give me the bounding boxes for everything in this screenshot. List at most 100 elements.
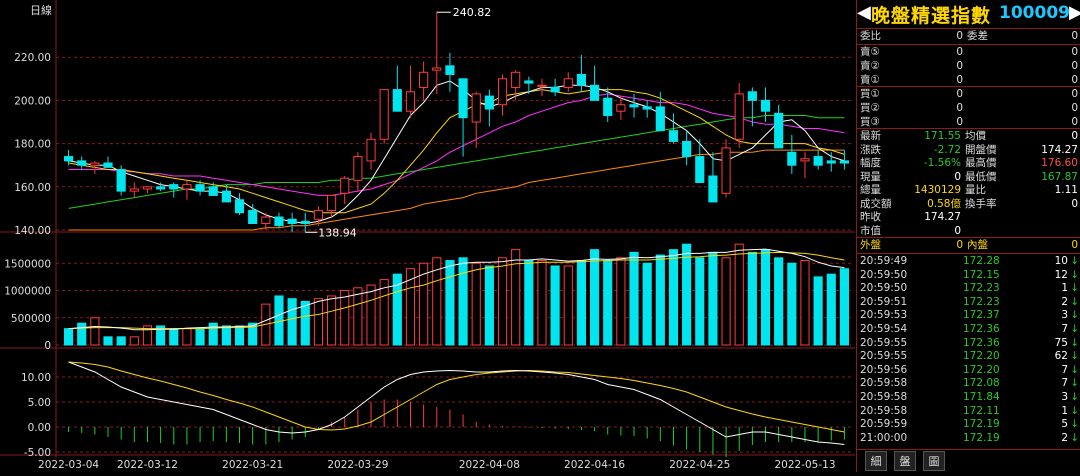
- order-label: 買②: [860, 102, 880, 115]
- high-annotation: 240.82: [453, 6, 492, 19]
- tick-row[interactable]: 21:00:00 172.19 2 ↓: [857, 432, 1080, 445]
- volume-bar: [563, 265, 573, 346]
- y-tick-label: 220.00: [14, 52, 51, 64]
- inout-row: 外盤 0 內盤 0: [857, 239, 1080, 252]
- candle-body: [537, 84, 547, 87]
- tick-time: 20:59:50: [860, 282, 908, 295]
- order-label: 賣②: [860, 59, 880, 72]
- stat-label: 量比: [965, 184, 986, 196]
- volume-bar: [642, 262, 652, 346]
- candle-body: [392, 89, 402, 112]
- candle-body: [497, 78, 508, 106]
- volume-bar: [708, 251, 718, 346]
- down-arrow-icon: ↓: [1070, 295, 1079, 308]
- volume-bar: [550, 265, 560, 346]
- stat-label: 均價: [965, 130, 986, 142]
- stat-value: 171.55: [924, 130, 961, 142]
- candle-body: [550, 86, 560, 93]
- kline-chart-area[interactable]: 220.00 200.00 180.00 160.00 140.00 1500000 100…: [0, 0, 855, 472]
- volume-bar: [326, 295, 337, 346]
- stat-row: 漲跌 -2.72 開盤價 174.27: [857, 144, 1080, 157]
- tick-row[interactable]: 20:59:55 172.20 62 ↓: [857, 350, 1080, 363]
- tick-price: 172.19: [963, 431, 1000, 444]
- tick-row[interactable]: 20:59:49 172.28 10 ↓: [857, 255, 1080, 268]
- tick-price: 172.15: [963, 268, 1000, 281]
- down-arrow-icon: ↓: [1070, 363, 1079, 376]
- candle-body: [563, 78, 573, 88]
- order-price: 0: [956, 88, 963, 101]
- stat-value: 174.27: [924, 211, 961, 223]
- stat-label: 現量: [860, 170, 881, 183]
- tick-price: 172.28: [963, 255, 1000, 267]
- stat-value: 0: [954, 224, 961, 237]
- stat-value: 1.11: [1054, 184, 1078, 196]
- order-row: 買② 0 0: [857, 102, 1080, 115]
- tick-price: 172.23: [963, 282, 1000, 295]
- tick-row[interactable]: 20:59:58 171.84 3 ↓: [857, 391, 1080, 404]
- candle-body: [734, 93, 744, 140]
- volume-bar: [221, 325, 231, 346]
- next-arrow-icon[interactable]: ▶: [1069, 2, 1080, 24]
- stat-label: 最低價: [965, 170, 997, 183]
- tick-row[interactable]: 20:59:59 172.19 5 ↓: [857, 418, 1080, 431]
- tick-row[interactable]: 20:59:51 172.23 2 ↓: [857, 296, 1080, 309]
- candle-body: [524, 80, 534, 84]
- tick-row[interactable]: 20:59:55 172.36 75 ↓: [857, 337, 1080, 350]
- tick-row[interactable]: 20:59:50 172.23 1 ↓: [857, 282, 1080, 295]
- volume-bar: [682, 243, 692, 346]
- volume-bar: [603, 260, 613, 346]
- tick-volume: 5: [1061, 418, 1068, 431]
- order-volume: 0: [1071, 46, 1078, 58]
- y-tick-label: -5.00: [24, 447, 51, 459]
- down-arrow-icon: ↓: [1070, 377, 1079, 390]
- candle-body: [261, 216, 271, 225]
- candle-body: [313, 210, 324, 220]
- candle-body: [274, 216, 284, 227]
- volume-bar: [839, 268, 850, 346]
- tick-volume: 75: [1054, 336, 1068, 349]
- tick-row[interactable]: 20:59:58 172.08 7 ↓: [857, 377, 1080, 390]
- volume-bar: [129, 336, 139, 346]
- tick-row[interactable]: 20:59:50 172.15 12 ↓: [857, 269, 1080, 282]
- down-arrow-icon: ↓: [1070, 268, 1079, 281]
- quote-side-panel: ◀ 晚盤精選指數 100009 ▶ 委比 0 委差 0 賣⑤ 0 0 賣② 0 0 賣① 0 0…: [856, 0, 1080, 473]
- down-arrow-icon: ↓: [1070, 431, 1079, 444]
- volume-bar: [774, 257, 784, 346]
- order-row: 賣⑤ 0 0: [857, 46, 1080, 59]
- tick-row[interactable]: 20:59:53 172.37 3 ↓: [857, 309, 1080, 322]
- volume-bar: [313, 298, 324, 346]
- down-arrow-icon: ↓: [1070, 309, 1079, 322]
- volume-bar: [747, 251, 757, 346]
- candle-body: [432, 67, 442, 71]
- volume-bar: [340, 290, 350, 346]
- tick-row[interactable]: 20:59:58 172.11 1 ↓: [857, 405, 1080, 418]
- candle-body: [195, 184, 205, 192]
- commission-diff-value: 0: [1071, 30, 1078, 42]
- panel-tab[interactable]: 盤: [894, 451, 916, 471]
- panel-title-bar: ◀ 晚盤精選指數 100009 ▶: [857, 0, 1080, 28]
- y-tick-label: 160.00: [14, 182, 51, 194]
- volume-bar: [760, 249, 771, 346]
- candle-body: [287, 218, 297, 225]
- candle-body: [629, 104, 639, 108]
- order-row: 賣① 0 0: [857, 74, 1080, 87]
- stat-value: -1.56%: [923, 157, 961, 169]
- stat-row: 市值 0: [857, 225, 1080, 238]
- kline-chart-svg[interactable]: 220.00 200.00 180.00 160.00 140.00 1500000 100…: [0, 0, 855, 472]
- tick-time: 20:59:58: [860, 404, 908, 417]
- stat-value: 1430129: [914, 184, 961, 196]
- tick-time: 20:59:54: [860, 323, 908, 335]
- panel-tab[interactable]: 細: [865, 451, 887, 471]
- order-label: 賣①: [860, 73, 880, 86]
- candle-body: [445, 65, 455, 75]
- prev-arrow-icon[interactable]: ◀: [857, 2, 871, 24]
- volume-bar: [576, 260, 587, 346]
- candle-body: [63, 156, 74, 162]
- tick-volume: 3: [1061, 309, 1068, 322]
- volume-bar: [63, 328, 74, 346]
- candle-body: [340, 177, 350, 194]
- panel-tab[interactable]: 圖: [923, 451, 945, 471]
- tick-row[interactable]: 20:59:54 172.36 7 ↓: [857, 323, 1080, 336]
- tick-row[interactable]: 20:59:56 172.20 7 ↓: [857, 364, 1080, 377]
- candle-body: [721, 147, 731, 194]
